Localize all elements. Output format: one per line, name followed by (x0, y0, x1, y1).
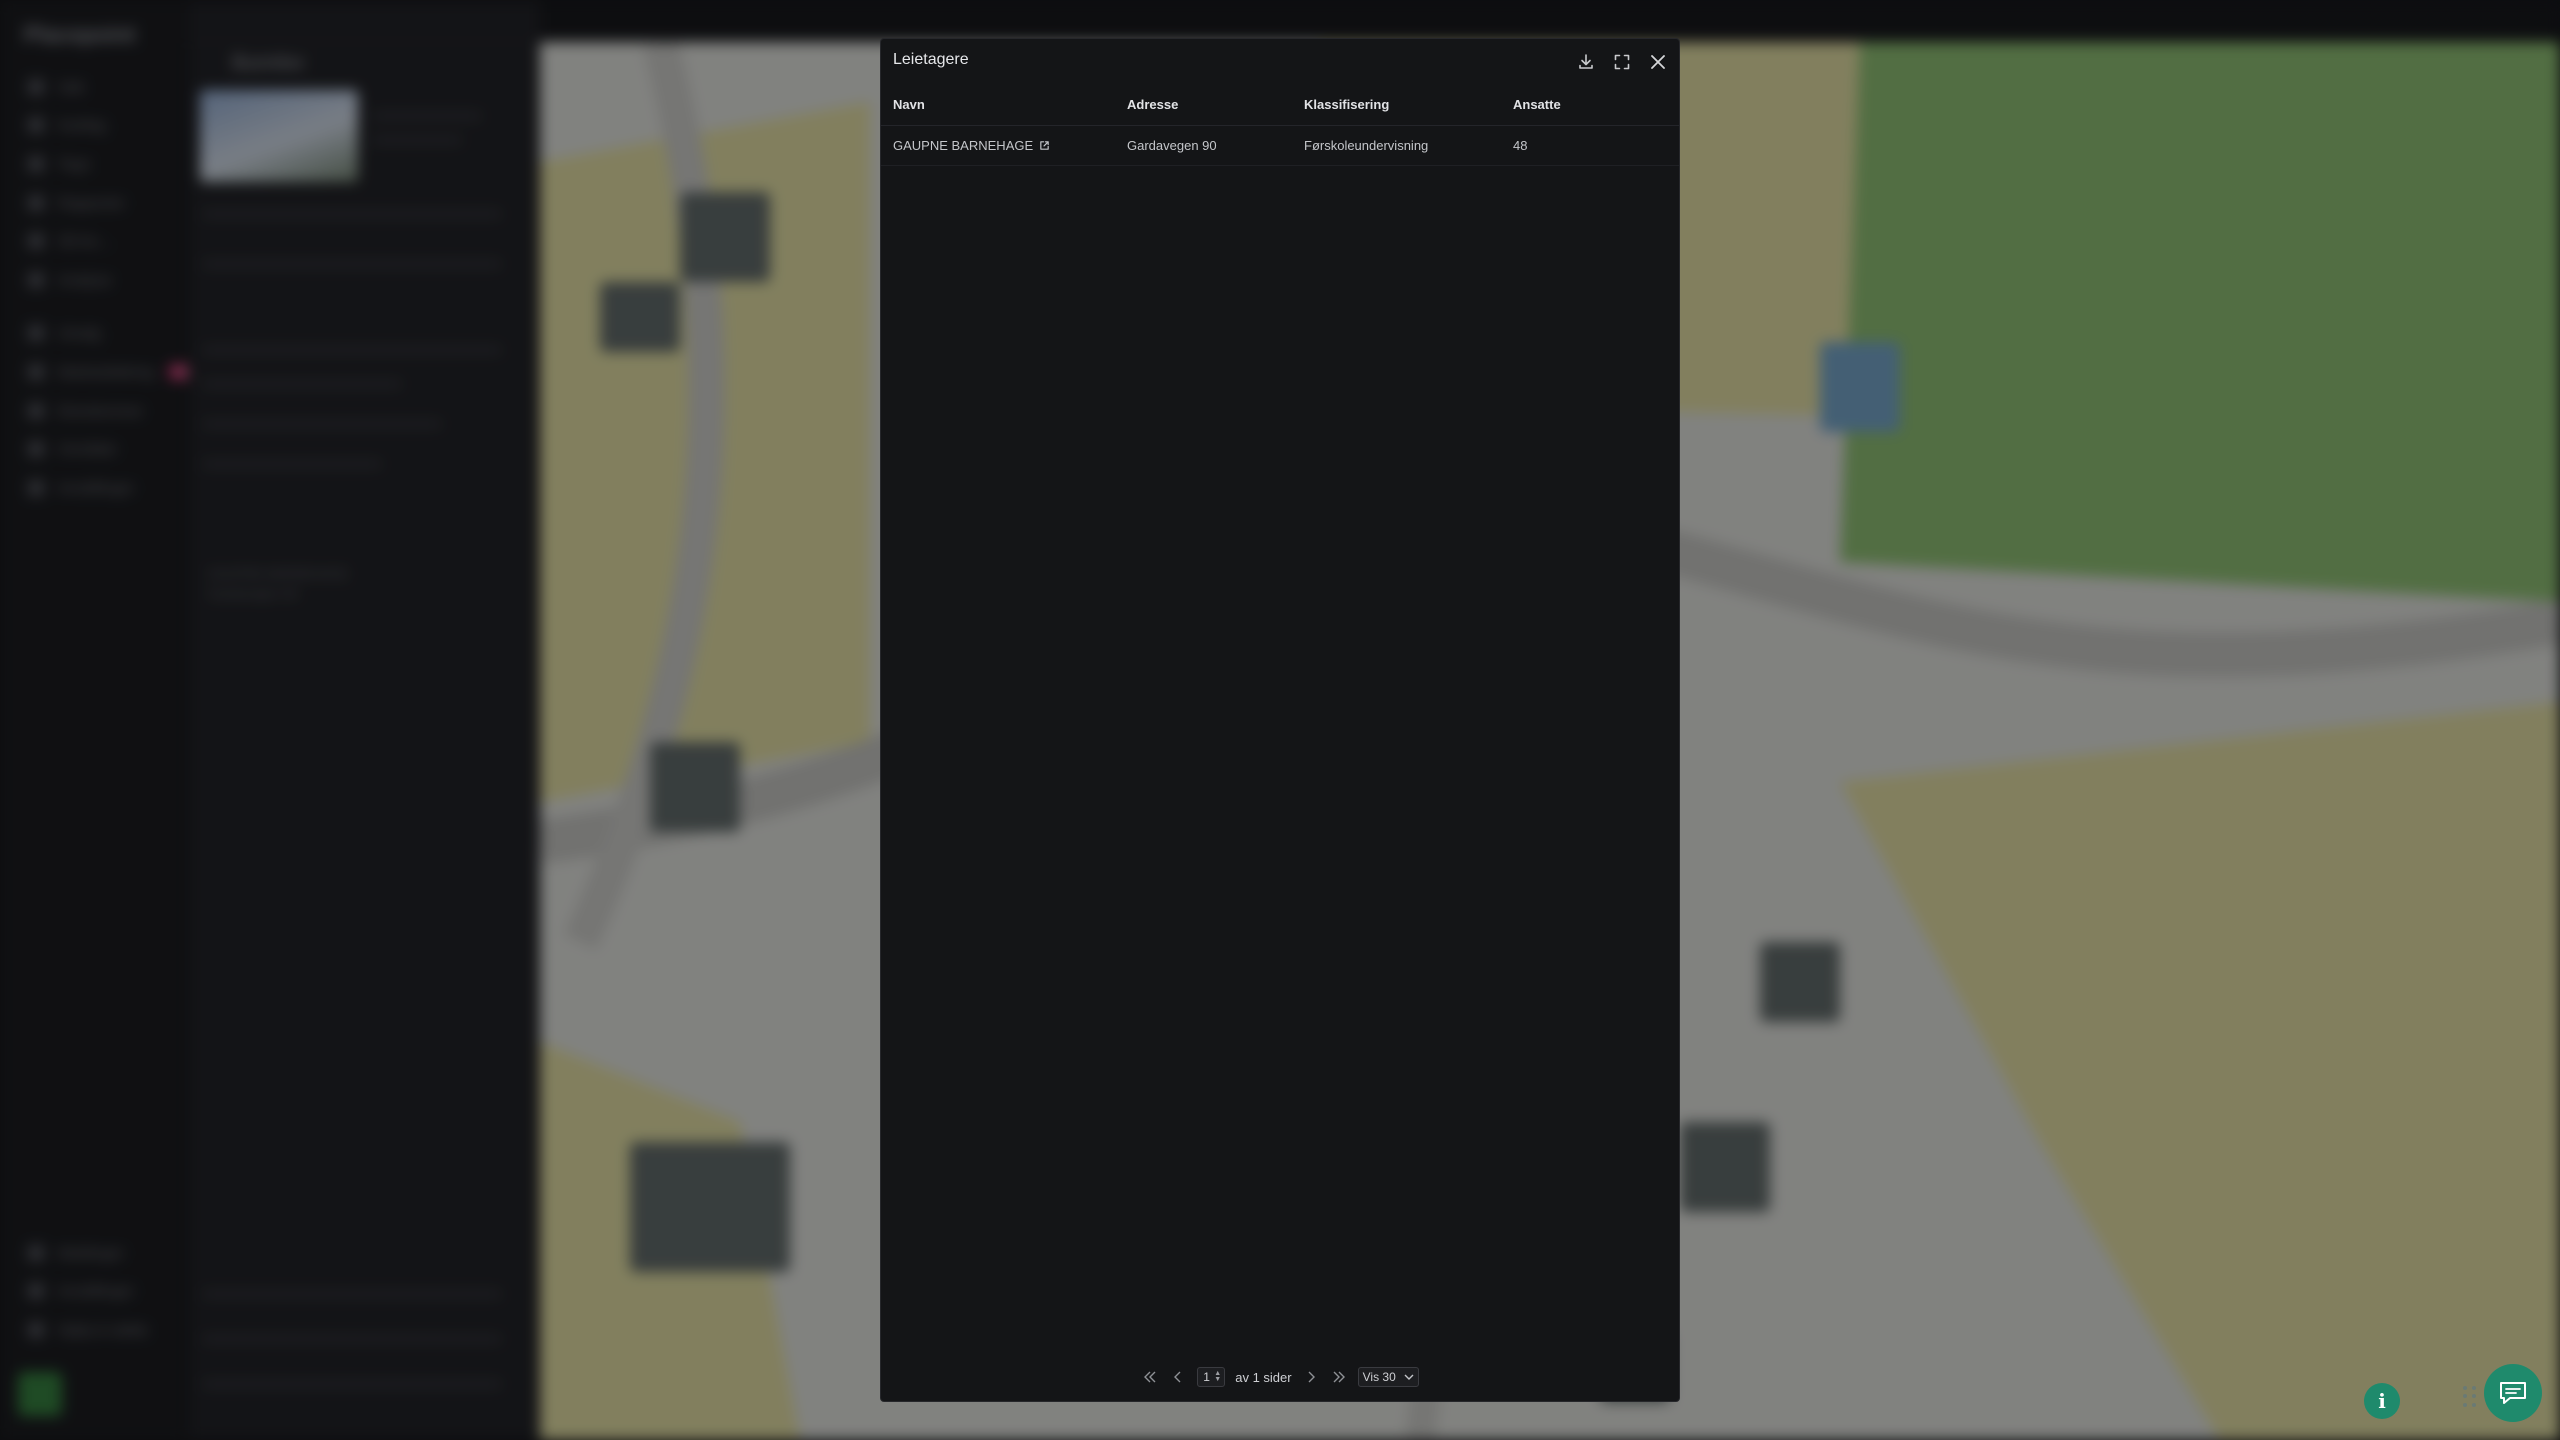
fullscreen-button[interactable] (1609, 49, 1635, 75)
info-icon: i (2378, 1389, 2386, 1413)
close-icon (1651, 55, 1665, 69)
column-header-employees[interactable]: Ansatte (1501, 85, 1679, 126)
download-icon (1579, 54, 1593, 69)
previous-page-button[interactable] (1169, 1367, 1187, 1387)
page-total-text: av 1 sider (1235, 1369, 1292, 1385)
table-header-row: Navn Adresse Klassifisering Ansatte (881, 85, 1679, 126)
cell-address: Gardavegen 90 (1115, 125, 1292, 166)
modal-title: Leietagere (893, 51, 969, 68)
first-page-button[interactable] (1141, 1367, 1159, 1387)
tenant-name-link[interactable]: GAUPNE BARNEHAGE (893, 138, 1050, 153)
tenants-modal: Leietagere Navn Adresse Klassifisering A… (880, 38, 1680, 1402)
chat-icon (2500, 1382, 2526, 1404)
tenants-table: Navn Adresse Klassifisering Ansatte GAUP… (881, 85, 1679, 166)
column-header-name[interactable]: Navn (881, 85, 1115, 126)
external-link-icon (1040, 140, 1049, 150)
chevron-down-icon (1404, 1374, 1414, 1380)
next-page-button[interactable] (1302, 1367, 1320, 1387)
column-header-classification[interactable]: Klassifisering (1292, 85, 1501, 126)
chevron-right-icon (1308, 1371, 1315, 1383)
drag-handle-icon[interactable] (2463, 1386, 2479, 1408)
info-button[interactable]: i (2364, 1383, 2400, 1419)
page-number-input[interactable]: 1 ▲ ▼ (1197, 1367, 1226, 1387)
table-row: GAUPNE BARNEHAGE Gardavegen 90 Førskoleu… (881, 125, 1679, 166)
double-chevron-right-icon (1333, 1371, 1345, 1383)
cell-employees: 48 (1501, 125, 1679, 166)
fullscreen-icon (1614, 54, 1630, 70)
page-size-select[interactable]: Vis 30 (1357, 1367, 1419, 1387)
chevron-left-icon (1174, 1371, 1181, 1383)
modal-actions (1573, 49, 1671, 75)
close-button[interactable] (1645, 49, 1671, 75)
download-button[interactable] (1573, 49, 1599, 75)
page-stepper-icon[interactable]: ▲ ▼ (1214, 1370, 1221, 1383)
chat-button[interactable] (2484, 1364, 2542, 1422)
pagination: 1 ▲ ▼ av 1 sider Vis 30 (881, 1365, 1679, 1389)
cell-classification: Førskoleundervisning (1292, 125, 1501, 166)
cell-name: GAUPNE BARNEHAGE (881, 125, 1115, 166)
double-chevron-left-icon (1144, 1371, 1156, 1383)
column-header-address[interactable]: Adresse (1115, 85, 1292, 126)
last-page-button[interactable] (1330, 1367, 1348, 1387)
